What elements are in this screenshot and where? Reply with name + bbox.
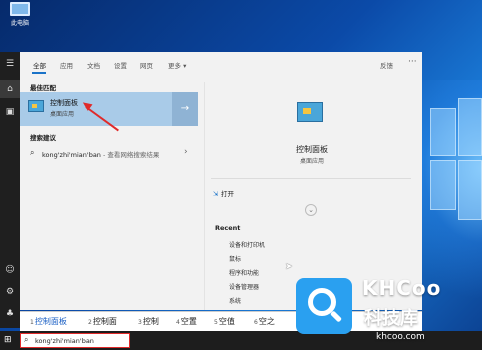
network-icon[interactable]: ♣ bbox=[4, 308, 16, 320]
ime-candidate[interactable]: 3控制 bbox=[138, 316, 159, 327]
best-match-heading: 最佳匹配 bbox=[30, 84, 56, 92]
arrow-right-icon[interactable]: → bbox=[172, 92, 198, 126]
ime-candidate[interactable]: 4空置 bbox=[176, 316, 197, 327]
open-icon: ⇲ bbox=[213, 190, 219, 198]
tab-all[interactable]: 全部 bbox=[33, 60, 46, 70]
best-match-subtitle: 桌面应用 bbox=[50, 111, 75, 118]
feedback-button[interactable]: 反馈 bbox=[380, 60, 393, 70]
watermark-logo bbox=[296, 278, 352, 334]
recent-item[interactable]: 设备和打印机 bbox=[229, 240, 265, 249]
search-suggestions-heading: 搜索建议 bbox=[30, 134, 56, 142]
this-pc-label: 此电脑 bbox=[10, 20, 29, 27]
recent-item[interactable]: 鼠标 bbox=[229, 254, 241, 263]
gear-icon[interactable]: ⚙ bbox=[4, 286, 16, 298]
ime-candidate[interactable]: 2控制面 bbox=[88, 316, 117, 327]
best-match-name: 控制面板 bbox=[50, 99, 78, 107]
open-label: 打开 bbox=[221, 190, 234, 198]
chevron-right-icon[interactable]: › bbox=[184, 147, 188, 157]
active-tab-indicator bbox=[32, 72, 46, 74]
more-options-icon[interactable]: ··· bbox=[408, 57, 417, 67]
desktop-logo-pane bbox=[430, 160, 456, 210]
mouse-cursor-icon: ➤ bbox=[285, 262, 293, 272]
detail-title: 控制面板 bbox=[296, 145, 328, 154]
watermark-url: khcoo.com bbox=[376, 332, 425, 342]
taskbar-search-input[interactable]: ⌕ kong'zhi'mian'ban bbox=[20, 333, 130, 348]
control-panel-large-icon bbox=[297, 102, 323, 122]
detail-subtitle: 桌面应用 bbox=[299, 158, 324, 165]
search-panel: 全部 应用 文档 设置 网页 更多 ▾ 反馈 ··· 最佳匹配 控制面板 桌面应… bbox=[20, 52, 422, 310]
recent-heading: Recent bbox=[215, 224, 241, 232]
open-action[interactable]: ⇲ 打开 bbox=[213, 188, 234, 198]
ime-candidate[interactable]: 5空值 bbox=[214, 316, 235, 327]
ime-candidate-bar: 1控制面板 2控制面 3控制 4空置 5空值 6空之 bbox=[20, 311, 422, 331]
tab-settings[interactable]: 设置 bbox=[114, 60, 127, 70]
results-list: 最佳匹配 控制面板 桌面应用 → 搜索建议 ⌕ kong'zhi'mian'ba… bbox=[20, 78, 200, 310]
suggestion-query: kong'zhi'mian'ban bbox=[42, 151, 101, 159]
best-match-item[interactable]: 控制面板 桌面应用 → bbox=[20, 92, 198, 126]
web-suggestion-item[interactable]: ⌕ kong'zhi'mian'ban - 查看网络搜索结果 › bbox=[20, 144, 198, 164]
home-icon[interactable]: ⌂ bbox=[0, 80, 20, 98]
control-panel-icon bbox=[28, 100, 44, 112]
tab-apps[interactable]: 应用 bbox=[60, 60, 73, 70]
windows-start-icon[interactable]: ⊞ bbox=[4, 335, 14, 345]
suggestion-text: kong'zhi'mian'ban - 查看网络搜索结果 bbox=[42, 149, 159, 159]
desktop-logo-pane bbox=[458, 160, 482, 220]
this-pc-desktop-icon[interactable]: 此电脑 bbox=[4, 2, 36, 27]
desktop-logo-pane bbox=[430, 108, 456, 156]
recent-item[interactable]: 程序和功能 bbox=[229, 268, 259, 277]
documents-icon[interactable]: ▣ bbox=[4, 106, 16, 118]
search-query-text: kong'zhi'mian'ban bbox=[35, 337, 94, 345]
hamburger-icon[interactable]: ☰ bbox=[4, 58, 16, 70]
divider bbox=[211, 178, 411, 179]
watermark-cn: 科技库 bbox=[364, 308, 418, 329]
watermark-brand: KHCoo bbox=[362, 276, 442, 300]
start-rail: ☰ ⌂ ▣ ☺ ⚙ ♣ bbox=[0, 52, 20, 328]
tab-documents[interactable]: 文档 bbox=[87, 60, 100, 70]
suggestion-hint: - 查看网络搜索结果 bbox=[100, 151, 160, 159]
computer-icon bbox=[10, 2, 30, 16]
recent-item[interactable]: 设备管理器 bbox=[229, 282, 259, 291]
tab-web[interactable]: 网页 bbox=[140, 60, 153, 70]
ime-candidate[interactable]: 6空之 bbox=[254, 316, 275, 327]
search-tabs: 全部 应用 文档 设置 网页 更多 ▾ 反馈 ··· bbox=[20, 52, 422, 76]
ime-candidate[interactable]: 1控制面板 bbox=[30, 316, 67, 327]
desktop-logo-pane bbox=[458, 98, 482, 156]
user-icon[interactable]: ☺ bbox=[4, 264, 16, 276]
search-icon: ⌕ bbox=[30, 148, 35, 157]
magnifier-handle bbox=[329, 310, 343, 323]
expand-chevron-icon[interactable]: ⌄ bbox=[305, 204, 317, 216]
recent-item[interactable]: 系统 bbox=[229, 296, 241, 305]
tab-more[interactable]: 更多 ▾ bbox=[168, 60, 186, 70]
search-icon: ⌕ bbox=[24, 335, 29, 344]
